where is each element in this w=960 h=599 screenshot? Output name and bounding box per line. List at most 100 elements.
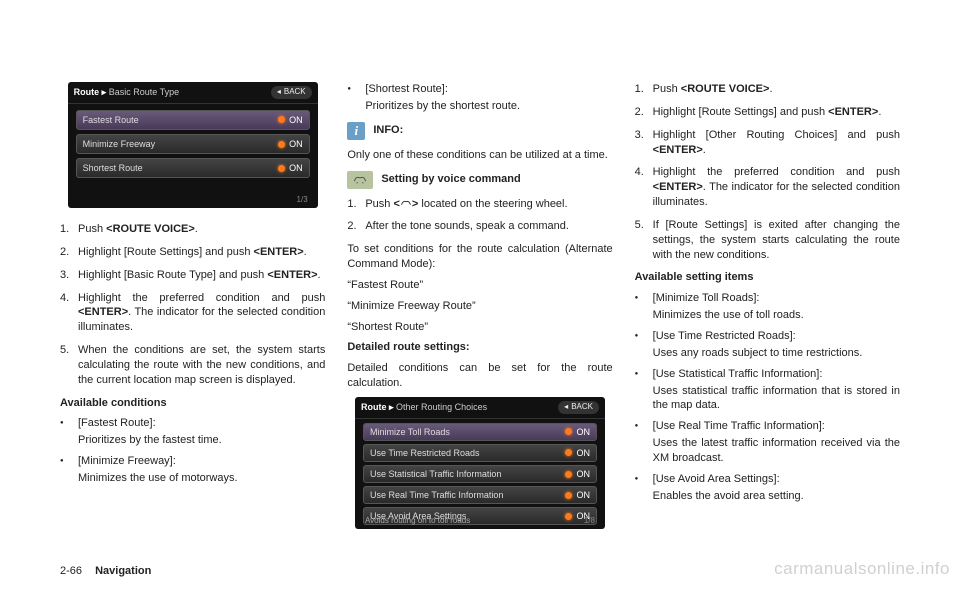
breadcrumb-sub: Other Routing Choices: [396, 402, 487, 412]
column-1: Route ▸ Basic Route Type ◂ BACK Fastest …: [60, 82, 325, 543]
indicator-dot-icon: [278, 116, 285, 123]
item-desc: Enables the avoid area setting.: [653, 489, 900, 504]
state-text: ON: [576, 447, 590, 459]
list-item[interactable]: Use Real Time Traffic InformationON: [363, 486, 597, 504]
screenshot-list: Minimize Toll Roads ON Use Time Restricte…: [355, 419, 605, 529]
step-key: <ENTER>: [828, 106, 878, 118]
list-item[interactable]: Minimize Freeway ON: [76, 134, 310, 154]
list-item: [Fastest Route]:Prioritizes by the faste…: [60, 416, 325, 448]
back-button[interactable]: ◂ BACK: [271, 86, 312, 99]
available-conditions-list: [Fastest Route]:Prioritizes by the faste…: [60, 416, 325, 485]
breadcrumb-main: Route: [361, 402, 387, 412]
detailed-route-heading: Detailed route settings:: [347, 340, 612, 355]
screenshot-basic-route-type: Route ▸ Basic Route Type ◂ BACK Fastest …: [68, 82, 318, 208]
step-text: If [Route Settings] is exited after chan…: [653, 219, 900, 261]
item-desc: Minimizes the use of toll roads.: [653, 308, 900, 323]
step-text: After the tone sounds, speak a command.: [365, 220, 569, 232]
breadcrumb: Route ▸ Other Routing Choices: [361, 401, 487, 413]
list-item: [Minimize Freeway]: Minimizes the use of …: [60, 454, 325, 486]
step-key: <ROUTE VOICE>: [106, 223, 195, 235]
list-item: [Use Time Restricted Roads]:Uses any roa…: [635, 329, 900, 361]
step-item: After the tone sounds, speak a command.: [347, 219, 612, 234]
step-text: .: [769, 83, 772, 95]
steering-wheel-icon: [400, 197, 412, 207]
item-desc: Minimizes the use of motorways.: [78, 471, 325, 486]
steps-list-1: Push <ROUTE VOICE>. Highlight [Route Set…: [60, 222, 325, 388]
item-title: [Minimize Freeway]:: [78, 454, 325, 469]
available-conditions-heading: Available conditions: [60, 396, 325, 411]
step-item: Highlight [Route Settings] and push <ENT…: [635, 105, 900, 120]
state-indicator: ON: [565, 489, 590, 501]
voice-icon: [347, 171, 373, 189]
breadcrumb-main: Route: [74, 87, 100, 97]
list-item: [Use Statistical Traffic Information]:Us…: [635, 367, 900, 414]
step-item: When the conditions are set, the system …: [60, 343, 325, 388]
list-counter: 1/8: [584, 516, 595, 527]
detailed-route-text: Detailed conditions can be set for the r…: [347, 361, 612, 391]
step-item: Push <ROUTE VOICE>.: [60, 222, 325, 237]
voice-intro: To set conditions for the route calculat…: [347, 242, 612, 272]
step-key: <ROUTE VOICE>: [681, 83, 770, 95]
step-text: Highlight [Route Settings] and push: [653, 106, 829, 118]
item-title: [Use Avoid Area Settings]:: [653, 472, 900, 487]
back-arrow-icon: ◂: [277, 87, 281, 98]
info-icon: i: [347, 122, 365, 140]
step-key: <ENTER>: [267, 269, 317, 281]
columns: Route ▸ Basic Route Type ◂ BACK Fastest …: [60, 82, 900, 543]
item-desc: Uses the latest traffic information rece…: [653, 436, 900, 466]
state-indicator: ON: [565, 426, 590, 438]
voice-command: “Fastest Route”: [347, 278, 612, 293]
state-text: ON: [576, 468, 590, 480]
list-item-label: Minimize Toll Roads: [370, 426, 450, 438]
breadcrumb-sub: Basic Route Type: [109, 87, 179, 97]
step-item: Highlight [Other Routing Choices] and pu…: [635, 128, 900, 158]
state-text: ON: [576, 489, 590, 501]
screenshot-header: Route ▸ Basic Route Type ◂ BACK: [68, 82, 318, 104]
list-item-label: Shortest Route: [83, 162, 143, 174]
step-text: Highlight the preferred condition and pu…: [78, 292, 325, 304]
list-item: [Use Real Time Traffic Information]: Uses…: [635, 419, 900, 466]
voice-label: Setting by voice command: [381, 172, 520, 187]
voice-heading: Setting by voice command: [347, 171, 612, 189]
step-item: Highlight the preferred condition and pu…: [60, 291, 325, 336]
item-title: [Use Statistical Traffic Information]:: [653, 367, 900, 382]
chevron-right-icon: ▸: [389, 402, 394, 412]
steps-list-3: Push <ROUTE VOICE>. Highlight [Route Set…: [635, 82, 900, 262]
column-3: Push <ROUTE VOICE>. Highlight [Route Set…: [635, 82, 900, 543]
item-title: [Use Real Time Traffic Information]:: [653, 419, 900, 434]
indicator-dot-icon: [565, 492, 572, 499]
list-item: [Use Avoid Area Settings]: Enables the av…: [635, 472, 900, 504]
screenshot-list: Fastest Route ON Minimize Freeway ON Sho…: [68, 104, 318, 186]
step-key: <ENTER>: [254, 246, 304, 258]
step-text: Highlight the preferred condition and pu…: [653, 166, 900, 178]
indicator-dot-icon: [278, 141, 285, 148]
list-counter: 1/3: [297, 195, 308, 206]
item-title: [Minimize Toll Roads]:: [653, 291, 900, 306]
breadcrumb: Route ▸ Basic Route Type: [74, 86, 179, 98]
step-text: Push: [653, 83, 681, 95]
available-conditions-cont: [Shortest Route]:Prioritizes by the shor…: [347, 82, 612, 114]
step-text: Highlight [Route Settings] and push: [78, 246, 254, 258]
list-item[interactable]: Use Time Restricted RoadsON: [363, 444, 597, 462]
screenshot-caption: Avoids routing on to toll roads: [365, 516, 470, 527]
list-item[interactable]: Minimize Toll Roads ON: [363, 423, 597, 441]
step-text: .: [318, 269, 321, 281]
state-text: ON: [289, 162, 303, 174]
state-text: ON: [289, 114, 303, 126]
state-indicator: ON: [278, 114, 303, 126]
list-item-label: Minimize Freeway: [83, 138, 156, 150]
list-item[interactable]: Use Statistical Traffic InformationON: [363, 465, 597, 483]
info-label: INFO:: [373, 123, 403, 138]
step-text: Highlight [Other Routing Choices] and pu…: [653, 129, 900, 141]
screenshot-header: Route ▸ Other Routing Choices ◂ BACK: [355, 397, 605, 419]
back-button[interactable]: ◂ BACK: [558, 401, 599, 414]
item-title: [Fastest Route]:: [78, 416, 325, 431]
list-item[interactable]: Fastest Route ON: [76, 110, 310, 130]
step-key: <ENTER>: [653, 144, 703, 156]
step-item: If [Route Settings] is exited after chan…: [635, 218, 900, 263]
step-text: .: [703, 144, 706, 156]
column-2: [Shortest Route]:Prioritizes by the shor…: [347, 82, 612, 543]
list-item[interactable]: Shortest Route ON: [76, 158, 310, 178]
section-name: Navigation: [95, 565, 151, 577]
item-desc: Uses any roads subject to time restricti…: [653, 346, 900, 361]
